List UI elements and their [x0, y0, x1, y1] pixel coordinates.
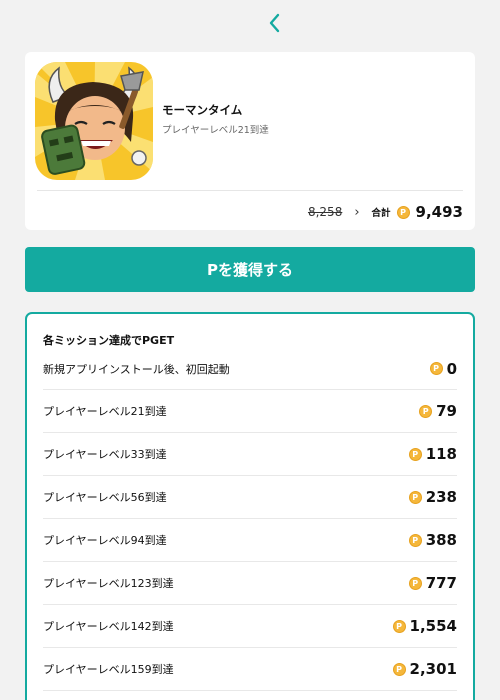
mission-reward: P 118	[408, 445, 457, 463]
mission-list: 新規アプリインストール後、初回起動 P 0 プレイヤーレベル21到達 P 79 …	[43, 348, 457, 691]
mission-label: プレイヤーレベル33到達	[43, 448, 167, 461]
point-coin-icon: P	[408, 447, 422, 461]
mission-label: 新規アプリインストール後、初回起動	[43, 362, 230, 376]
reward-value: 2,301	[409, 660, 457, 678]
mission-label: プレイヤーレベル159到達	[43, 663, 174, 676]
mission-item: プレイヤーレベル21到達 P 79	[43, 390, 457, 433]
mission-item: プレイヤーレベル159到達 P 2,301	[43, 648, 457, 691]
mission-label: プレイヤーレベル56到達	[43, 491, 167, 504]
mission-reward: P 79	[419, 402, 457, 420]
chevron-left-icon	[269, 13, 280, 33]
mission-reward: P 0	[429, 359, 457, 378]
mission-item: プレイヤーレベル33到達 P 118	[43, 433, 457, 476]
reward-value: 79	[436, 402, 457, 420]
previous-points: 8,258	[307, 205, 343, 219]
mission-item: プレイヤーレベル123到達 P 777	[43, 562, 457, 605]
app-title: モーマンタイム	[162, 103, 243, 117]
point-coin-icon: P	[392, 619, 406, 633]
mission-label: プレイヤーレベル21到達	[43, 405, 167, 418]
mission-item: プレイヤーレベル94到達 P 388	[43, 519, 457, 562]
app-subtitle: プレイヤーレベル21到達	[162, 125, 269, 136]
total-label: 合計	[371, 208, 391, 219]
point-coin-icon: P	[408, 490, 422, 504]
mission-reward: P 1,554	[392, 617, 457, 635]
app-icon[interactable]	[35, 62, 153, 180]
back-button[interactable]	[262, 10, 288, 36]
points-summary: 8,258 › 合計 P 9,493	[308, 200, 463, 224]
get-points-button[interactable]: Pを獲得する	[25, 247, 475, 292]
point-coin-icon: P	[396, 205, 410, 219]
point-coin-icon: P	[429, 362, 443, 375]
mission-reward: P 388	[408, 531, 457, 549]
mission-item: プレイヤーレベル142到達 P 1,554	[43, 605, 457, 648]
reward-value: 1,554	[409, 617, 457, 635]
reward-value: 777	[425, 574, 457, 592]
app-card: モーマンタイム プレイヤーレベル21到達 8,258 › 合計 P 9,493	[25, 52, 475, 230]
reward-value: 388	[425, 531, 457, 549]
reward-value: 118	[425, 445, 457, 463]
reward-value: 0	[446, 359, 457, 378]
point-coin-icon: P	[419, 404, 433, 418]
divider	[37, 190, 463, 191]
reward-value: 238	[425, 488, 457, 506]
mission-label: プレイヤーレベル142到達	[43, 620, 174, 633]
point-coin-icon: P	[392, 662, 406, 676]
mission-reward: P 777	[408, 574, 457, 592]
mission-reward: P 238	[408, 488, 457, 506]
mission-item: プレイヤーレベル56到達 P 238	[43, 476, 457, 519]
mission-label: プレイヤーレベル94到達	[43, 534, 167, 547]
mission-item: 新規アプリインストール後、初回起動 P 0	[43, 348, 457, 390]
mission-label: プレイヤーレベル123到達	[43, 577, 174, 590]
point-coin-icon: P	[408, 533, 422, 547]
mission-reward: P 2,301	[392, 660, 457, 678]
point-coin-icon: P	[408, 576, 422, 590]
total-points: 9,493	[415, 203, 463, 221]
chevron-right-icon: ›	[354, 204, 360, 220]
mission-panel: 各ミッション達成でPGET 新規アプリインストール後、初回起動 P 0 プレイヤ…	[25, 312, 475, 700]
mission-title: 各ミッション達成でPGET	[43, 334, 175, 347]
